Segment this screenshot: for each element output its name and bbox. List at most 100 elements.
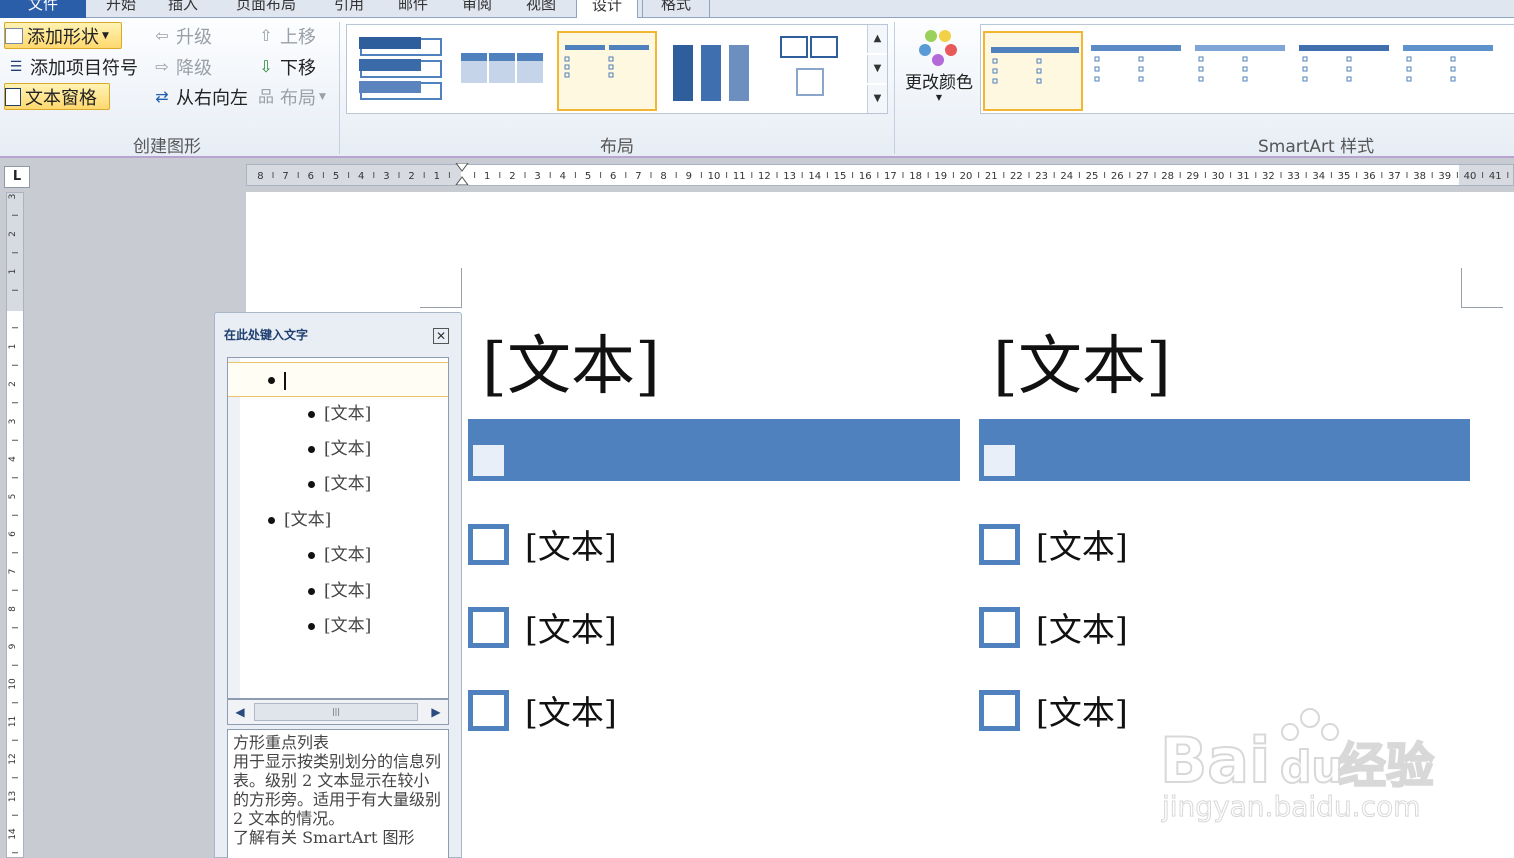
ruler-number: 8: [660, 171, 666, 182]
smartart-column-2-item[interactable]: [文本]: [979, 686, 1128, 734]
add-bullet-label: 添加项目符号: [30, 57, 138, 79]
tab-file[interactable]: 文件: [0, 0, 86, 18]
margin-corner-mark: [1461, 268, 1503, 308]
text-pane-item[interactable]: [文本]: [228, 609, 448, 644]
scrollbar-thumb[interactable]: |||: [254, 703, 418, 721]
item-text[interactable]: [文本]: [525, 520, 617, 568]
tab-review[interactable]: 审阅: [454, 0, 500, 18]
text-pane-item[interactable]: [文本]: [228, 432, 448, 467]
item-text[interactable]: [文本]: [1036, 603, 1128, 651]
move-up-button[interactable]: ⇧ 上移: [256, 22, 316, 49]
learn-more-link[interactable]: 了解有关 SmartArt 图形: [233, 828, 443, 847]
bullet-icon: [308, 552, 315, 559]
ruler-number: 33: [1287, 171, 1300, 182]
smartart-column-2-header-bar[interactable]: [979, 419, 1470, 481]
smartart-column-1-item[interactable]: [文本]: [468, 603, 617, 651]
text-pane-item[interactable]: [文本]: [228, 467, 448, 502]
ruler-number: 7: [282, 171, 288, 182]
smartart-column-1-header-bar[interactable]: [468, 419, 960, 481]
demote-label: 降级: [176, 57, 212, 79]
style-thumb-5[interactable]: [1399, 31, 1499, 111]
item-text: [文本]: [324, 474, 372, 494]
tab-home[interactable]: 开始: [98, 0, 144, 18]
smartart-column-2-title[interactable]: [文本]: [993, 328, 1171, 406]
tab-references[interactable]: 引用: [326, 0, 372, 18]
ruler-number: 23: [1035, 171, 1048, 182]
dropdown-arrow-icon: ▼: [935, 93, 943, 102]
text-pane-item[interactable]: [文本]: [228, 574, 448, 609]
style-thumb-2[interactable]: [1087, 31, 1187, 111]
layout-button[interactable]: 品 布局 ▼: [256, 83, 326, 110]
style-thumb-4[interactable]: [1295, 31, 1395, 111]
text-pane-item[interactable]: [228, 362, 448, 397]
ruler-number: 38: [1413, 171, 1426, 182]
tab-stop-selector[interactable]: L: [4, 166, 30, 188]
tab-page-layout[interactable]: 页面布局: [224, 0, 308, 18]
move-down-button[interactable]: ⇩ 下移: [256, 53, 316, 80]
smartart-column-2-item[interactable]: [文本]: [979, 603, 1128, 651]
item-text[interactable]: [文本]: [525, 686, 617, 734]
item-text[interactable]: [文本]: [1036, 686, 1128, 734]
layout-thumb-4[interactable]: [661, 31, 761, 111]
item-text: [文本]: [324, 616, 372, 636]
ruler-number: 14: [8, 828, 18, 840]
text-pane-button[interactable]: 文本窗格: [4, 83, 110, 110]
gallery-more-button[interactable]: ▼: [867, 85, 887, 113]
margin-corner-mark: [420, 268, 462, 308]
item-text[interactable]: [文本]: [525, 603, 617, 651]
item-text: [文本]: [324, 439, 372, 459]
right-to-left-button[interactable]: ⇄ 从右向左: [152, 83, 248, 110]
gallery-scroll-down-button[interactable]: ▼: [867, 55, 887, 83]
close-icon[interactable]: ✕: [433, 328, 449, 344]
layout-thumb-square-accent-selected[interactable]: [557, 31, 657, 111]
tab-insert[interactable]: 插入: [160, 0, 206, 18]
ruler-number: 16: [859, 171, 872, 182]
horizontal-ruler[interactable]: 8 7 6 5 4 3 2 1 1 2 3 4 5 6 7 8 9 10 11 12 13 14 15 16 17 18 19 20 2…: [246, 163, 1514, 186]
dropdown-arrow-icon[interactable]: ▼: [319, 92, 326, 102]
promote-label: 升级: [176, 26, 212, 48]
scroll-right-icon[interactable]: ▶: [426, 702, 446, 722]
item-text: [文本]: [324, 404, 372, 424]
text-pane-item[interactable]: [文本]: [228, 538, 448, 573]
add-bullet-button[interactable]: ☰ 添加项目符号: [6, 53, 138, 80]
item-text[interactable]: [文本]: [1036, 520, 1128, 568]
baidu-jingyan-watermark-logo: Bai du 经验 jingyan.baidu.com: [1160, 708, 1435, 824]
text-pane-item[interactable]: [文本]: [228, 503, 448, 538]
smartart-column-1-title[interactable]: [文本]: [482, 328, 660, 406]
tab-design[interactable]: 设计: [576, 0, 638, 19]
vertical-ruler[interactable]: 3 2 1 1 2 3 4 5 6 7 8 9 10 11 12 13 14: [6, 192, 24, 858]
swap-arrows-icon: ⇄: [155, 86, 169, 106]
add-shape-button[interactable]: 添加形状 ▼: [4, 22, 122, 49]
gallery-scroll-up-button[interactable]: ▲: [867, 25, 887, 53]
dropdown-arrow-icon[interactable]: ▼: [102, 31, 109, 41]
scroll-left-icon[interactable]: ◀: [230, 702, 250, 722]
smartart-column-1-item[interactable]: [文本]: [468, 686, 617, 734]
text-cursor: [284, 371, 286, 390]
tab-format[interactable]: 格式: [642, 0, 710, 18]
layout-thumb-2[interactable]: [455, 31, 555, 111]
layout-thumb-1[interactable]: [353, 31, 453, 111]
right-to-left-label: 从右向左: [176, 87, 248, 109]
smartart-column-2-item[interactable]: [文本]: [979, 520, 1128, 568]
smartart-column-1-item[interactable]: [文本]: [468, 520, 617, 568]
tab-view[interactable]: 视图: [518, 0, 564, 18]
demote-button[interactable]: ⇨ 降级: [152, 53, 212, 80]
promote-button[interactable]: ⇦ 升级: [152, 22, 212, 49]
layout-thumb-5[interactable]: [765, 31, 865, 111]
text-pane-list[interactable]: [文本] [文本] [文本] [文本] [文本] [文本] [文本]: [227, 357, 449, 699]
style-thumb-3[interactable]: [1191, 31, 1291, 111]
ruler-number: 5: [585, 171, 591, 182]
ruler-number: 1: [484, 171, 490, 182]
style-thumb-selected[interactable]: [983, 31, 1083, 111]
text-pane-item[interactable]: [文本]: [228, 397, 448, 432]
horizontal-scrollbar[interactable]: ◀ ||| ▶: [227, 699, 449, 725]
ruler-number: 30: [1212, 171, 1225, 182]
ruler-number: 15: [834, 171, 847, 182]
tab-mailings[interactable]: 邮件: [390, 0, 436, 18]
ruler-number: 20: [960, 171, 973, 182]
ruler-number: 26: [1111, 171, 1124, 182]
ruler-number: 32: [1262, 171, 1275, 182]
ruler-number: 13: [783, 171, 796, 182]
indent-marker-icon[interactable]: [455, 163, 469, 185]
change-colors-button[interactable]: 更改颜色 ▼: [900, 24, 978, 120]
